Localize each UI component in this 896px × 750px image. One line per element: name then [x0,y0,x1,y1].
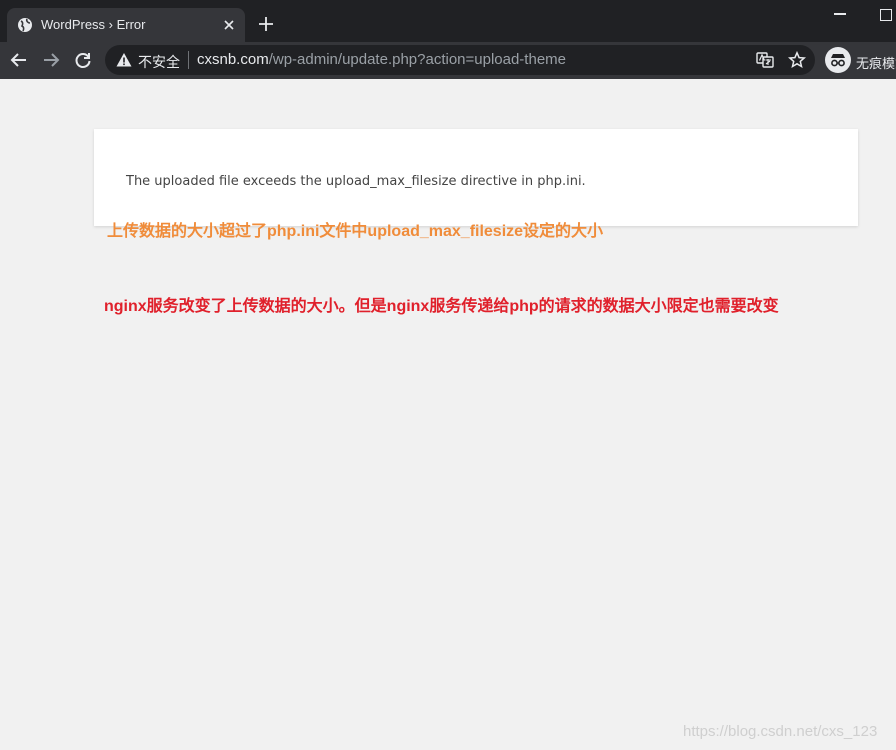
annotation-note-2: nginx服务改变了上传数据的大小。但是nginx服务传递给php的请求的数据大… [104,298,779,315]
security-label[interactable]: 不安全 [138,52,180,72]
browser-tab-strip: WordPress › Error [0,0,896,42]
arrow-right-icon[interactable] [42,51,60,69]
incognito-glyph [831,54,845,67]
translate-icon[interactable] [756,51,774,69]
annotation-note-1: 上传数据的大小超过了php.ini文件中upload_max_filesize设… [107,223,604,240]
globe-icon [18,18,32,32]
minimize-icon[interactable] [834,13,846,15]
close-icon[interactable] [221,17,237,33]
warning-icon[interactable] [116,52,132,68]
wp-error-box: The uploaded file exceeds the upload_max… [94,129,858,226]
plus-icon[interactable] [257,15,275,33]
watermark: https://blog.csdn.net/cxs_123 [683,723,878,740]
reload-icon[interactable] [74,51,92,69]
incognito-label[interactable]: 无痕模式 [856,53,896,72]
arrow-left-icon[interactable] [10,51,28,69]
address-bar[interactable]: 不安全 cxsnb.com/wp-admin/update.php?action… [105,45,815,75]
incognito-icon[interactable] [825,47,851,73]
tab-title: WordPress › Error [41,17,146,32]
error-message: The uploaded file exceeds the upload_max… [126,174,586,189]
url-text[interactable]: cxsnb.com/wp-admin/update.php?action=upl… [197,51,566,68]
url-host: cxsnb.com [197,51,269,68]
browser-tab[interactable]: WordPress › Error [7,8,245,42]
star-icon[interactable] [788,51,806,69]
url-path: /wp-admin/update.php?action=upload-theme [268,51,566,68]
maximize-icon[interactable] [880,9,892,21]
omnibox-divider [188,51,189,69]
browser-toolbar: 不安全 cxsnb.com/wp-admin/update.php?action… [0,42,896,79]
